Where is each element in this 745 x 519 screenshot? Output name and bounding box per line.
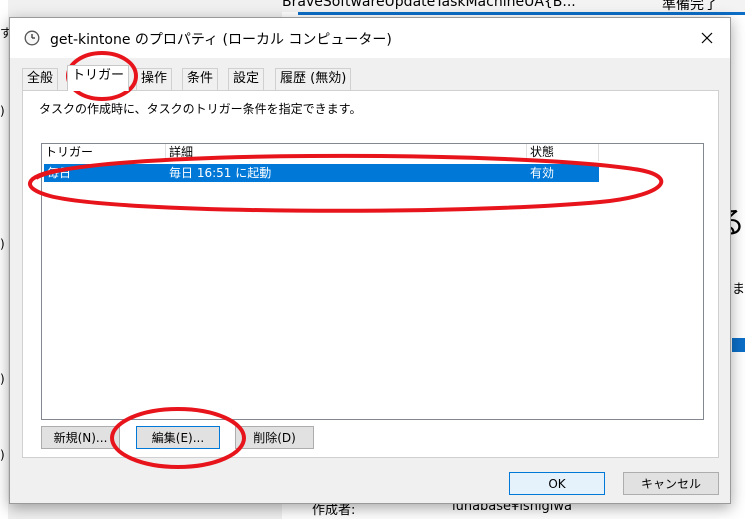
column-header-detail[interactable]: 詳細 [166, 144, 527, 161]
background-selection-bar [298, 12, 745, 15]
background-accent [732, 338, 745, 352]
close-button[interactable] [684, 18, 730, 58]
trigger-detail-cell: 毎日 16:51 に起動 [169, 166, 272, 180]
panel-description: タスクの作成時に、タスクのトリガー条件を指定できます。 [39, 102, 362, 116]
background-text-char: ま [731, 282, 745, 297]
background-task-name: BraveSoftwareUpdateTaskMachineUA{B... [282, 0, 576, 10]
background-char: ) [0, 104, 5, 118]
trigger-row[interactable]: 毎日 毎日 16:51 に起動 有効 [44, 164, 599, 182]
trigger-type-cell: 毎日 [47, 166, 72, 180]
edit-trigger-button[interactable]: 編集(E)... [136, 426, 220, 449]
tab-settings[interactable]: 設定 [228, 68, 265, 90]
tab-conditions[interactable]: 条件 [182, 68, 219, 90]
delete-trigger-button[interactable]: 削除(D) [235, 426, 314, 449]
tab-general[interactable]: 全般 [22, 68, 59, 90]
background-task-status: 準備完了 [662, 0, 718, 12]
title-bar[interactable]: get-kintone のプロパティ (ローカル コンピューター) [10, 18, 730, 58]
column-header-trigger[interactable]: トリガー [42, 144, 166, 161]
tab-actions[interactable]: 操作 [136, 68, 173, 90]
close-icon [701, 32, 713, 44]
background-char: ) [0, 237, 5, 251]
background-window-left: す ) ) ) ) [0, 0, 12, 519]
clock-icon [24, 30, 40, 46]
background-char: ) [0, 372, 5, 386]
trigger-status-cell: 有効 [530, 166, 555, 180]
background-list-row: BraveSoftwareUpdateTaskMachineUA{B... 準備… [282, 0, 745, 12]
trigger-list[interactable]: トリガー 詳細 状態 毎日 毎日 16:51 に起動 有効 [41, 143, 704, 420]
ok-button[interactable]: OK [509, 472, 605, 495]
triggers-panel: タスクの作成時に、タスクのトリガー条件を指定できます。 トリガー 詳細 状態 毎… [22, 90, 719, 458]
window-title: get-kintone のプロパティ (ローカル コンピューター) [50, 32, 392, 48]
column-header-status[interactable]: 状態 [527, 144, 599, 161]
tab-triggers[interactable]: トリガー [67, 65, 130, 91]
new-trigger-button[interactable]: 新規(N)... [41, 426, 120, 449]
background-char: ) [0, 448, 5, 462]
list-header: トリガー 詳細 状態 [42, 144, 599, 161]
tab-history[interactable]: 履歴 (無効) [275, 68, 352, 90]
properties-dialog: get-kintone のプロパティ (ローカル コンピューター) 全般 トリガ… [9, 17, 731, 504]
cancel-button[interactable]: キャンセル [623, 472, 719, 495]
